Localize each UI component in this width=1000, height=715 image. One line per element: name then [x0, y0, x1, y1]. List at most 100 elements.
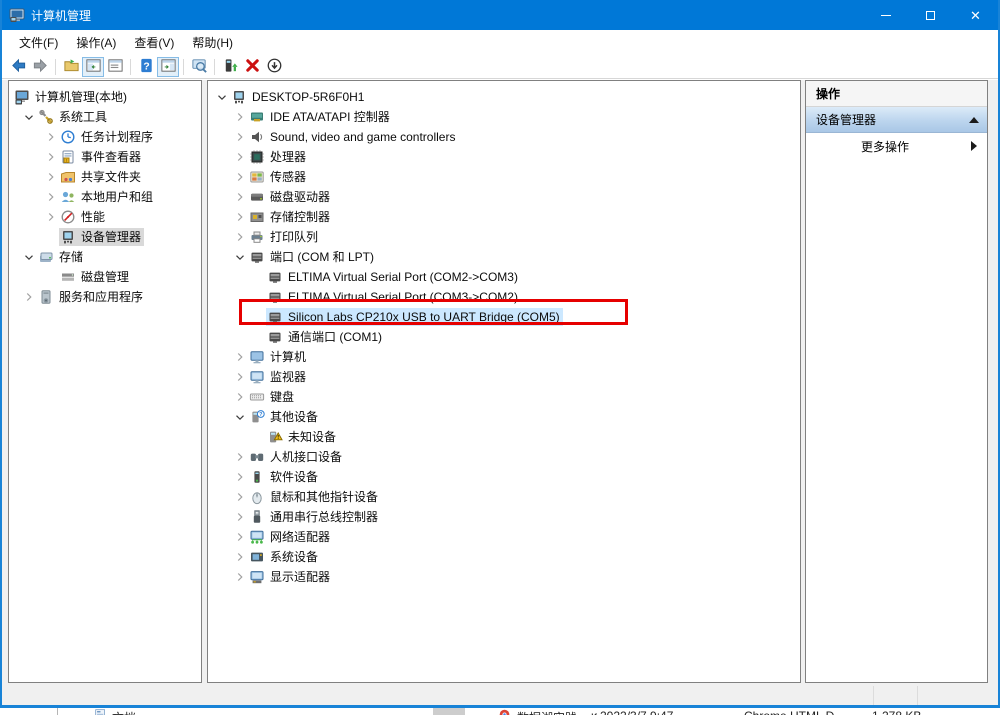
more-actions-item[interactable]: 更多操作	[806, 133, 987, 159]
tree-node[interactable]: 软件设备	[208, 467, 800, 487]
tree-node-content[interactable]: !未知设备	[266, 428, 339, 446]
menu-action[interactable]: 操作(A)	[67, 31, 125, 54]
tree-node-content[interactable]: 传感器	[248, 168, 309, 186]
tree-node-content[interactable]: 服务和应用程序	[37, 288, 146, 306]
chevron-expanded-icon[interactable]	[21, 109, 37, 125]
tree-node[interactable]: !未知设备	[208, 427, 800, 447]
forward-arrow-button[interactable]	[29, 57, 51, 77]
menu-file[interactable]: 文件(F)	[10, 31, 67, 54]
background-file-name[interactable]: 数据湖实践.pdf	[517, 709, 597, 715]
tree-node[interactable]: 通用串行总线控制器	[208, 507, 800, 527]
tree-node-content[interactable]: 系统设备	[248, 548, 321, 566]
chevron-collapsed-icon[interactable]	[232, 449, 248, 465]
tree-node-content[interactable]: 人机接口设备	[248, 448, 345, 466]
tree-node[interactable]: 显示适配器	[208, 567, 800, 587]
help-button[interactable]: ?	[135, 57, 157, 77]
chevron-collapsed-icon[interactable]	[232, 129, 248, 145]
tree-node[interactable]: 监视器	[208, 367, 800, 387]
chevron-collapsed-icon[interactable]	[232, 349, 248, 365]
background-sidebar-item[interactable]: 文档	[112, 709, 136, 715]
chevron-collapsed-icon[interactable]	[232, 169, 248, 185]
tree-node-content[interactable]: 本地用户和组	[59, 188, 156, 206]
tree-node[interactable]: 服务和应用程序	[9, 287, 201, 307]
tree-node-content[interactable]: 性能	[59, 208, 108, 226]
tree-node-content[interactable]: ELTIMA Virtual Serial Port (COM2->COM3)	[266, 268, 521, 286]
tree-node-content[interactable]: DESKTOP-5R6F0H1	[230, 88, 367, 106]
tree-node-content[interactable]: 监视器	[248, 368, 309, 386]
tree-node[interactable]: 人机接口设备	[208, 447, 800, 467]
tree-node-content[interactable]: 端口 (COM 和 LPT)	[248, 248, 377, 266]
chevron-expanded-icon[interactable]	[232, 249, 248, 265]
maximize-button[interactable]	[908, 0, 953, 30]
chevron-collapsed-icon[interactable]	[232, 369, 248, 385]
chevron-collapsed-icon[interactable]	[232, 209, 248, 225]
tree-node[interactable]: 本地用户和组	[9, 187, 201, 207]
chevron-collapsed-icon[interactable]	[43, 169, 59, 185]
chevron-expanded-icon[interactable]	[214, 89, 230, 105]
toggle-console-tree-button[interactable]	[82, 57, 104, 77]
tree-node-content[interactable]: 键盘	[248, 388, 297, 406]
tree-node[interactable]: 键盘	[208, 387, 800, 407]
tree-node[interactable]: 存储	[9, 247, 201, 267]
selected-tree-node-content[interactable]: Silicon Labs CP210x USB to UART Bridge (…	[266, 308, 563, 326]
chevron-collapsed-icon[interactable]	[232, 549, 248, 565]
chevron-collapsed-icon[interactable]	[43, 149, 59, 165]
tree-node-content[interactable]: 任务计划程序	[59, 128, 156, 146]
chevron-collapsed-icon[interactable]	[43, 189, 59, 205]
tree-node-content[interactable]: 通用串行总线控制器	[248, 508, 381, 526]
tree-node[interactable]: IDE ATA/ATAPI 控制器	[208, 107, 800, 127]
tree-node-content[interactable]: Sound, video and game controllers	[248, 128, 458, 146]
tree-node[interactable]: 计算机管理(本地)	[9, 87, 201, 107]
chevron-collapsed-icon[interactable]	[232, 529, 248, 545]
chevron-collapsed-icon[interactable]	[43, 209, 59, 225]
tree-node[interactable]: 磁盘驱动器	[208, 187, 800, 207]
tree-node-content[interactable]: ?其他设备	[248, 408, 321, 426]
tree-node-content[interactable]: 系统工具	[37, 108, 110, 126]
actions-section-header[interactable]: 设备管理器	[806, 107, 987, 133]
scan-hardware-button[interactable]	[188, 57, 210, 77]
tree-node-content[interactable]: !事件查看器	[59, 148, 144, 166]
menu-view[interactable]: 查看(V)	[125, 31, 183, 54]
tree-node[interactable]: DESKTOP-5R6F0H1	[208, 87, 800, 107]
close-button[interactable]: ✕	[953, 0, 998, 30]
tree-node-content[interactable]: 网络适配器	[248, 528, 333, 546]
properties-window-button[interactable]	[104, 57, 126, 77]
tree-node[interactable]: ELTIMA Virtual Serial Port (COM2->COM3)	[208, 267, 800, 287]
chevron-collapsed-icon[interactable]	[232, 389, 248, 405]
tree-node-content[interactable]: ELTIMA Virtual Serial Port (COM3->COM2)	[266, 288, 521, 306]
update-driver-button[interactable]	[219, 57, 241, 77]
tree-node[interactable]: 端口 (COM 和 LPT)	[208, 247, 800, 267]
menu-help[interactable]: 帮助(H)	[183, 31, 242, 54]
tree-node[interactable]: ELTIMA Virtual Serial Port (COM3->COM2)	[208, 287, 800, 307]
tree-node-content[interactable]: 磁盘驱动器	[248, 188, 333, 206]
tree-node[interactable]: 打印队列	[208, 227, 800, 247]
tree-node-content[interactable]: 处理器	[248, 148, 309, 166]
chevron-collapsed-icon[interactable]	[232, 489, 248, 505]
selected-tree-node-content[interactable]: 设备管理器	[59, 228, 144, 246]
tree-node-content[interactable]: 软件设备	[248, 468, 321, 486]
tree-node-content[interactable]: 磁盘管理	[59, 268, 132, 286]
chevron-collapsed-icon[interactable]	[43, 129, 59, 145]
tree-node-content[interactable]: 共享文件夹	[59, 168, 144, 186]
tree-node-content[interactable]: 打印队列	[248, 228, 321, 246]
tree-node[interactable]: 鼠标和其他指针设备	[208, 487, 800, 507]
tree-node-content[interactable]: 存储控制器	[248, 208, 333, 226]
chevron-expanded-icon[interactable]	[232, 409, 248, 425]
tree-node[interactable]: 存储控制器	[208, 207, 800, 227]
tree-node[interactable]: 网络适配器	[208, 527, 800, 547]
tree-node[interactable]: 处理器	[208, 147, 800, 167]
tree-node[interactable]: 系统工具	[9, 107, 201, 127]
chevron-collapsed-icon[interactable]	[232, 229, 248, 245]
tree-node[interactable]: 任务计划程序	[9, 127, 201, 147]
tree-node[interactable]: !事件查看器	[9, 147, 201, 167]
export-folder-button[interactable]	[60, 57, 82, 77]
tree-node[interactable]: ?其他设备	[208, 407, 800, 427]
tree-node[interactable]: 传感器	[208, 167, 800, 187]
uninstall-device-button[interactable]	[241, 57, 263, 77]
tree-node[interactable]: 共享文件夹	[9, 167, 201, 187]
tree-node[interactable]: 设备管理器	[9, 227, 201, 247]
tree-node[interactable]: 磁盘管理	[9, 267, 201, 287]
tree-node-content[interactable]: 计算机	[248, 348, 309, 366]
chevron-collapsed-icon[interactable]	[232, 569, 248, 585]
chevron-collapsed-icon[interactable]	[232, 469, 248, 485]
